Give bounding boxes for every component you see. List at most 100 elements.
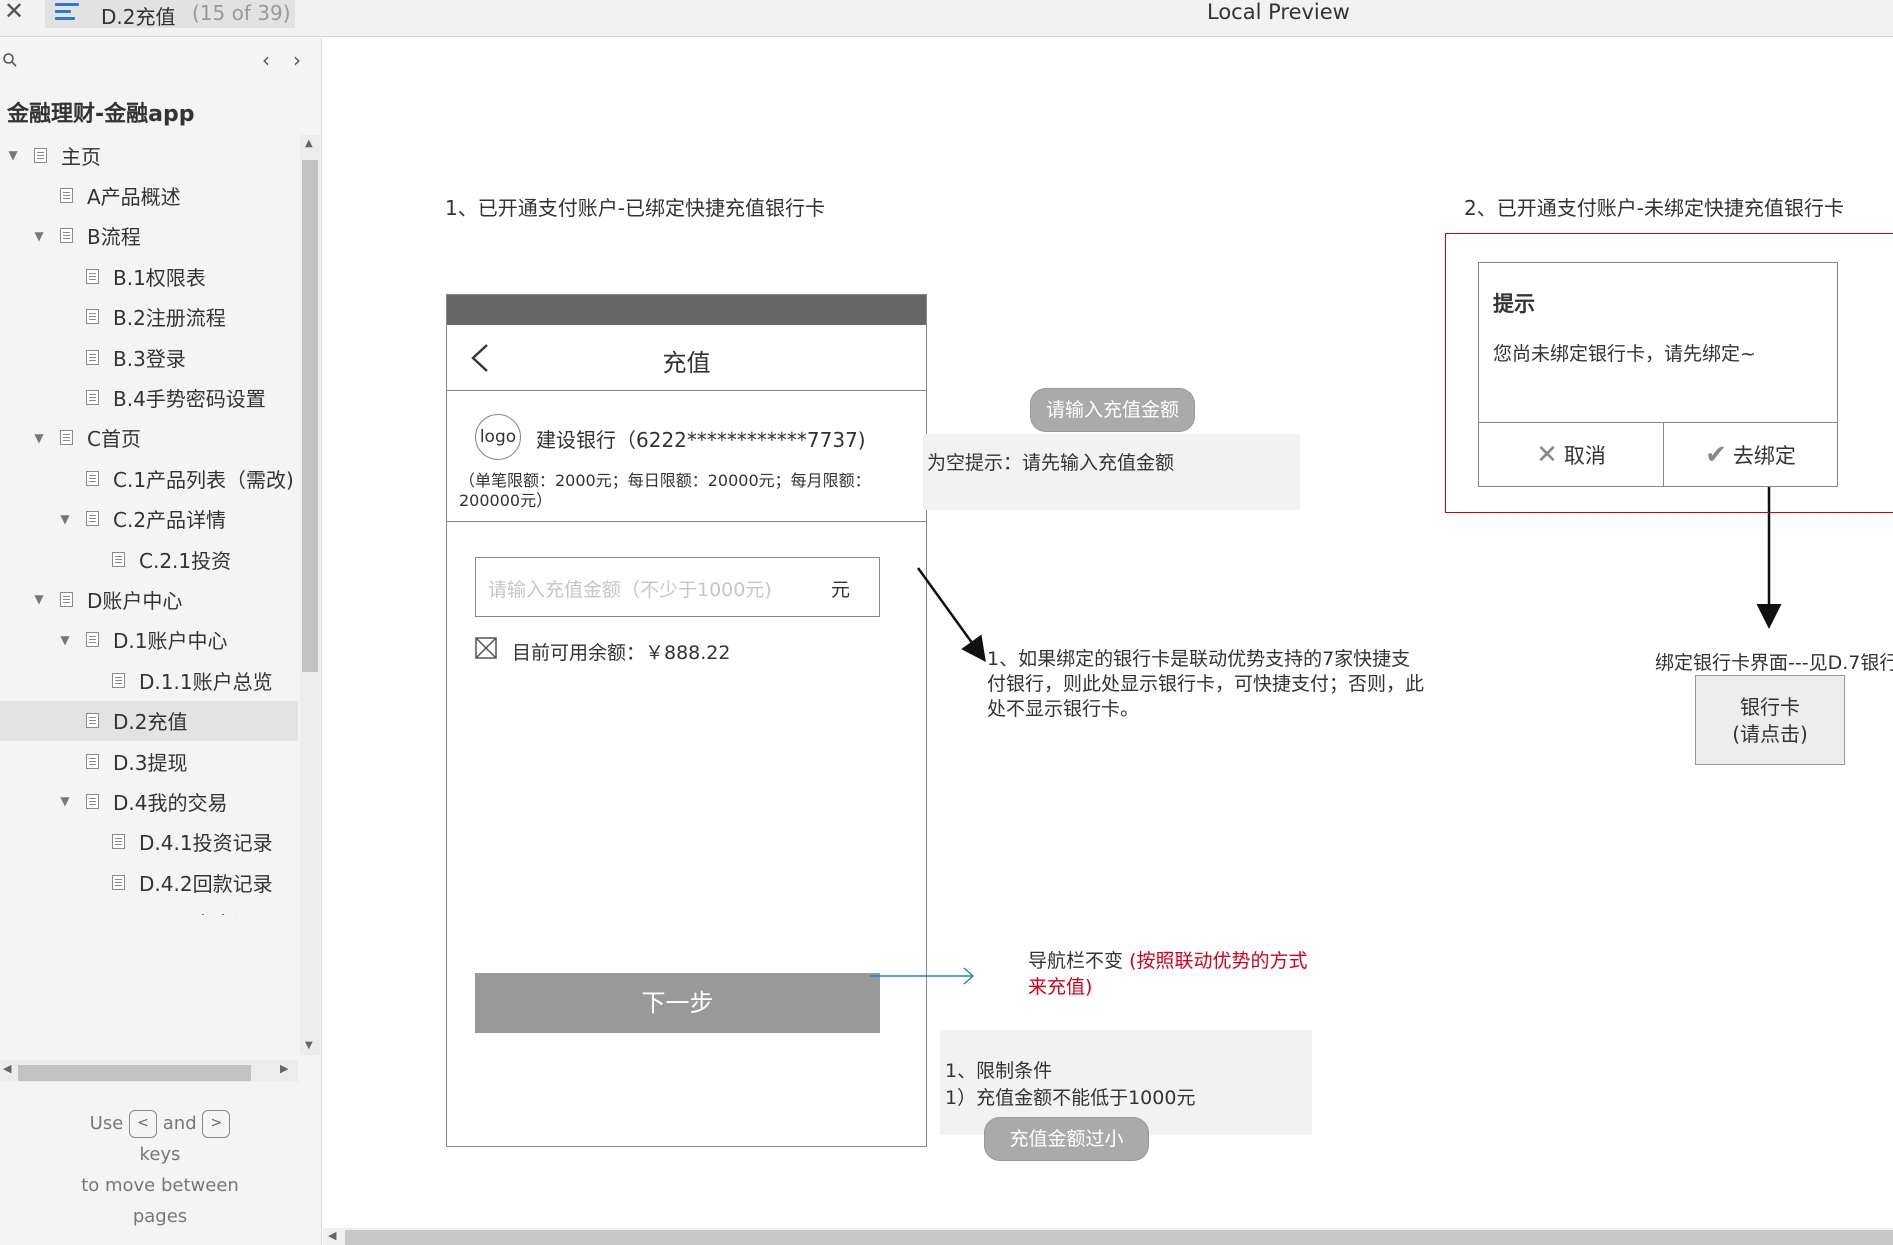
page-icon bbox=[86, 511, 99, 527]
expand-toggle-icon[interactable]: ▼ bbox=[32, 229, 46, 243]
close-icon: ✕ bbox=[1536, 440, 1558, 470]
page-icon bbox=[86, 470, 99, 486]
toast-amount-too-small: 充值金额过小 bbox=[984, 1117, 1149, 1161]
limit-note-text: 1、限制条件 1）充值金额不能低于1000元 bbox=[945, 1058, 1195, 1112]
sidebar-item-label: D.4我的交易 bbox=[113, 790, 228, 815]
sidebar-item-label: B.2注册流程 bbox=[113, 306, 226, 331]
sidebar-item[interactable]: ▼ C.2产品详情 bbox=[0, 499, 298, 539]
scroll-down-arrow-icon[interactable]: ▼ bbox=[305, 1040, 313, 1051]
bank-card-button-line1: 银行卡 bbox=[1740, 695, 1800, 719]
scroll-left-arrow-icon[interactable]: ◀ bbox=[328, 1229, 336, 1242]
sidebar-hscroll-thumb[interactable] bbox=[18, 1065, 251, 1081]
sidebar-item[interactable]: C.1产品列表（需改) bbox=[0, 458, 298, 498]
sidebar-item[interactable]: ▼ D.1账户中心 bbox=[0, 620, 298, 660]
top-bar: ✕ D.2充值 (15 of 39) Local Preview bbox=[0, 0, 1893, 37]
amount-input[interactable]: 请输入充值金额（不少于1000元) 元 bbox=[475, 557, 880, 617]
navbar-note: 导航栏不变 (按照联动优势的方式来充值) bbox=[1028, 948, 1318, 1000]
sidebar-item[interactable]: D.3提现 bbox=[0, 741, 298, 781]
sidebar-item[interactable]: B.3登录 bbox=[0, 337, 298, 377]
page-icon bbox=[86, 793, 99, 809]
sidebar-item-label: C首页 bbox=[87, 427, 141, 452]
expand-toggle-icon[interactable]: ▼ bbox=[58, 633, 72, 647]
page-counter: (15 of 39) bbox=[192, 1, 291, 25]
sidebar-item-label: D账户中心 bbox=[87, 588, 183, 613]
sidebar-item[interactable]: D.1.1账户总览 bbox=[0, 660, 298, 700]
next-page-button[interactable]: › bbox=[293, 48, 301, 72]
empty-input-note: 为空提示：请先输入充值金额 bbox=[923, 434, 1300, 510]
project-title: 金融理财-金融app bbox=[7, 102, 195, 127]
keyboard-help: Use < and > keys to move between pages bbox=[20, 1108, 300, 1232]
page-icon bbox=[86, 349, 99, 365]
search-icon[interactable] bbox=[2, 52, 18, 68]
next-step-button[interactable]: 下一步 bbox=[475, 973, 880, 1033]
sidebar-item-label: A产品概述 bbox=[87, 184, 181, 209]
help-line2: to move between bbox=[81, 1175, 239, 1196]
close-icon[interactable]: ✕ bbox=[4, 0, 24, 23]
page-icon bbox=[112, 834, 125, 850]
page-icon bbox=[86, 309, 99, 325]
limit-note-line1: 1、限制条件 bbox=[945, 1060, 1053, 1082]
page-icon bbox=[60, 228, 73, 244]
page-icon bbox=[86, 389, 99, 405]
help-and: and bbox=[162, 1113, 197, 1134]
sidebar-item[interactable]: C.2.1投资 bbox=[0, 539, 298, 579]
sidebar-item-label: B流程 bbox=[87, 225, 141, 250]
expand-toggle-icon[interactable]: ▼ bbox=[58, 512, 72, 526]
sidebar-item-label: 主页 bbox=[61, 144, 101, 169]
cancel-button[interactable]: ✕ 取消 bbox=[1479, 423, 1663, 487]
sidebar-item[interactable]: D.4.3资金记录 bbox=[0, 903, 298, 915]
sidebar-item[interactable]: ▼ D账户中心 bbox=[0, 579, 298, 619]
help-line3: pages bbox=[132, 1206, 188, 1227]
sidebar-item-label: C.2产品详情 bbox=[113, 508, 227, 533]
sidebar: ‹ › 金融理财-金融app ▼ 主页 A产品概述 ▼ B流程 B.1权限表 B.2注册流程… bbox=[0, 38, 322, 1245]
sidebar-item-label: C.1产品列表（需改) bbox=[113, 467, 294, 492]
sidebar-scroll-thumb[interactable] bbox=[302, 160, 318, 672]
sidebar-item[interactable]: D.2充值 bbox=[0, 700, 298, 741]
sidebar-item-label: D.1.1账户总览 bbox=[139, 669, 273, 694]
sidebar-item[interactable]: D.4.2回款记录 bbox=[0, 862, 298, 902]
bank-card-button[interactable]: 银行卡 (请点击) bbox=[1695, 675, 1845, 765]
sidebar-item[interactable]: D.4.1投资记录 bbox=[0, 822, 298, 862]
toast-enter-amount: 请输入充值金额 bbox=[1030, 388, 1195, 432]
page-tab[interactable]: D.2充值 (15 of 39) bbox=[45, 0, 295, 29]
sidebar-item[interactable]: ▼ 主页 bbox=[0, 135, 298, 175]
dialog-message: 您尚未绑定银行卡，请先绑定~ bbox=[1493, 343, 1756, 365]
navbar-note-text: 导航栏不变 bbox=[1028, 950, 1124, 972]
phone-status-bar bbox=[447, 295, 926, 325]
hamburger-menu-icon[interactable] bbox=[55, 3, 79, 23]
bank-card-name[interactable]: 建设银行（6222************7737) bbox=[536, 424, 866, 453]
sidebar-item[interactable]: B.1权限表 bbox=[0, 256, 298, 296]
amount-placeholder: 请输入充值金额（不少于1000元) bbox=[488, 579, 772, 601]
scenario-2-caption: 2、已开通支付账户-未绑定快捷充值银行卡 bbox=[1464, 196, 1844, 220]
cancel-label: 取消 bbox=[1563, 444, 1606, 468]
bank-limits: （单笔限额：2000元；每日限额：20000元；每月限额：200000元） bbox=[459, 471, 871, 510]
bind-card-button[interactable]: ✔ 去绑定 bbox=[1664, 423, 1837, 487]
page-icon bbox=[112, 672, 125, 688]
scroll-left-arrow-icon[interactable]: ◀ bbox=[3, 1062, 11, 1075]
expand-toggle-icon[interactable]: ▼ bbox=[58, 794, 72, 808]
sidebar-item[interactable]: B.4手势密码设置 bbox=[0, 377, 298, 417]
scroll-up-arrow-icon[interactable]: ▲ bbox=[305, 138, 313, 149]
previous-page-button[interactable]: ‹ bbox=[262, 48, 270, 72]
sidebar-item[interactable]: A产品概述 bbox=[0, 175, 298, 215]
bind-label: 去绑定 bbox=[1732, 444, 1796, 468]
sidebar-item-label: C.2.1投资 bbox=[139, 548, 232, 573]
bind-card-dialog: 提示 您尚未绑定银行卡，请先绑定~ ✕ 取消 ✔ 去绑定 bbox=[1478, 262, 1838, 487]
page-icon bbox=[86, 713, 99, 729]
sidebar-item[interactable]: B.2注册流程 bbox=[0, 297, 298, 337]
expand-toggle-icon[interactable]: ▼ bbox=[6, 148, 20, 162]
bank-card-page-note: 绑定银行卡界面---见D.7银行卡 bbox=[1655, 652, 1893, 674]
divider bbox=[447, 521, 926, 522]
expand-toggle-icon[interactable]: ▼ bbox=[32, 431, 46, 445]
sidebar-item-label: D.2充值 bbox=[113, 710, 188, 735]
scroll-right-arrow-icon[interactable]: ▶ bbox=[280, 1062, 288, 1075]
canvas-scroll-thumb[interactable] bbox=[345, 1230, 1893, 1245]
sidebar-item[interactable]: ▼ C首页 bbox=[0, 418, 298, 458]
sidebar-item[interactable]: ▼ D.4我的交易 bbox=[0, 781, 298, 821]
sidebar-item[interactable]: ▼ B流程 bbox=[0, 216, 298, 256]
page-title: D.2充值 bbox=[101, 5, 176, 29]
amount-unit: 元 bbox=[831, 579, 851, 601]
checkbox-icon[interactable] bbox=[475, 637, 497, 659]
expand-toggle-icon[interactable]: ▼ bbox=[32, 592, 46, 606]
preview-canvas: 1、已开通支付账户-已绑定快捷充值银行卡 2、已开通支付账户-未绑定快捷充值银行… bbox=[323, 38, 1893, 1228]
